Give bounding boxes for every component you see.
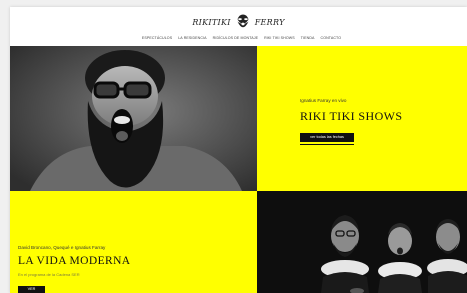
- logo-text-right: FERRY: [254, 17, 285, 27]
- page: RIKITIKI FERRY Espectáculos La Residenci…: [10, 7, 467, 293]
- riki-tiki-shows-card: Ignatius Farray en vivo RIKI TIKI SHOWS …: [257, 46, 467, 191]
- nav-item-espectaculos[interactable]: Espectáculos: [142, 36, 172, 40]
- la-vida-moderna-photo[interactable]: [257, 191, 467, 293]
- nav-item-la-residencia[interactable]: La Residencia: [178, 36, 206, 40]
- logo[interactable]: RIKITIKI FERRY: [10, 11, 467, 33]
- la-vida-moderna-card: David Broncano, Quequé e Ignatius Farray…: [10, 191, 257, 293]
- riki-kicker: Ignatius Farray en vivo: [300, 98, 347, 103]
- nav-item-tienda[interactable]: Tienda: [301, 36, 315, 40]
- hero-photo-screaming-man[interactable]: [10, 46, 257, 191]
- portrait-image: [10, 46, 257, 191]
- nav-item-contacto[interactable]: Contacto: [321, 36, 342, 40]
- bearded-face-icon: [237, 14, 249, 28]
- main-nav: Espectáculos La Residencia Ridículos de …: [10, 36, 467, 40]
- riki-title[interactable]: RIKI TIKI SHOWS: [300, 109, 402, 124]
- vida-subtitle: En el programa de la Cadena SER: [18, 272, 80, 277]
- site-header: RIKITIKI FERRY Espectáculos La Residenci…: [10, 7, 467, 46]
- riki-button-underline: [300, 144, 354, 145]
- vida-kicker: David Broncano, Quequé e Ignatius Farray: [18, 245, 106, 250]
- nav-item-riki-tiki-shows[interactable]: Riki Tiki Shows: [264, 36, 295, 40]
- logo-text-left: RIKITIKI: [192, 17, 231, 27]
- vida-title[interactable]: LA VIDA MODERNA: [18, 255, 131, 267]
- nav-item-ridiculos[interactable]: Ridículos de montaje: [213, 36, 258, 40]
- vida-button[interactable]: VER: [18, 286, 45, 293]
- riki-dates-button[interactable]: ver todas las fechas: [300, 133, 354, 142]
- group-photo-image: [257, 191, 467, 293]
